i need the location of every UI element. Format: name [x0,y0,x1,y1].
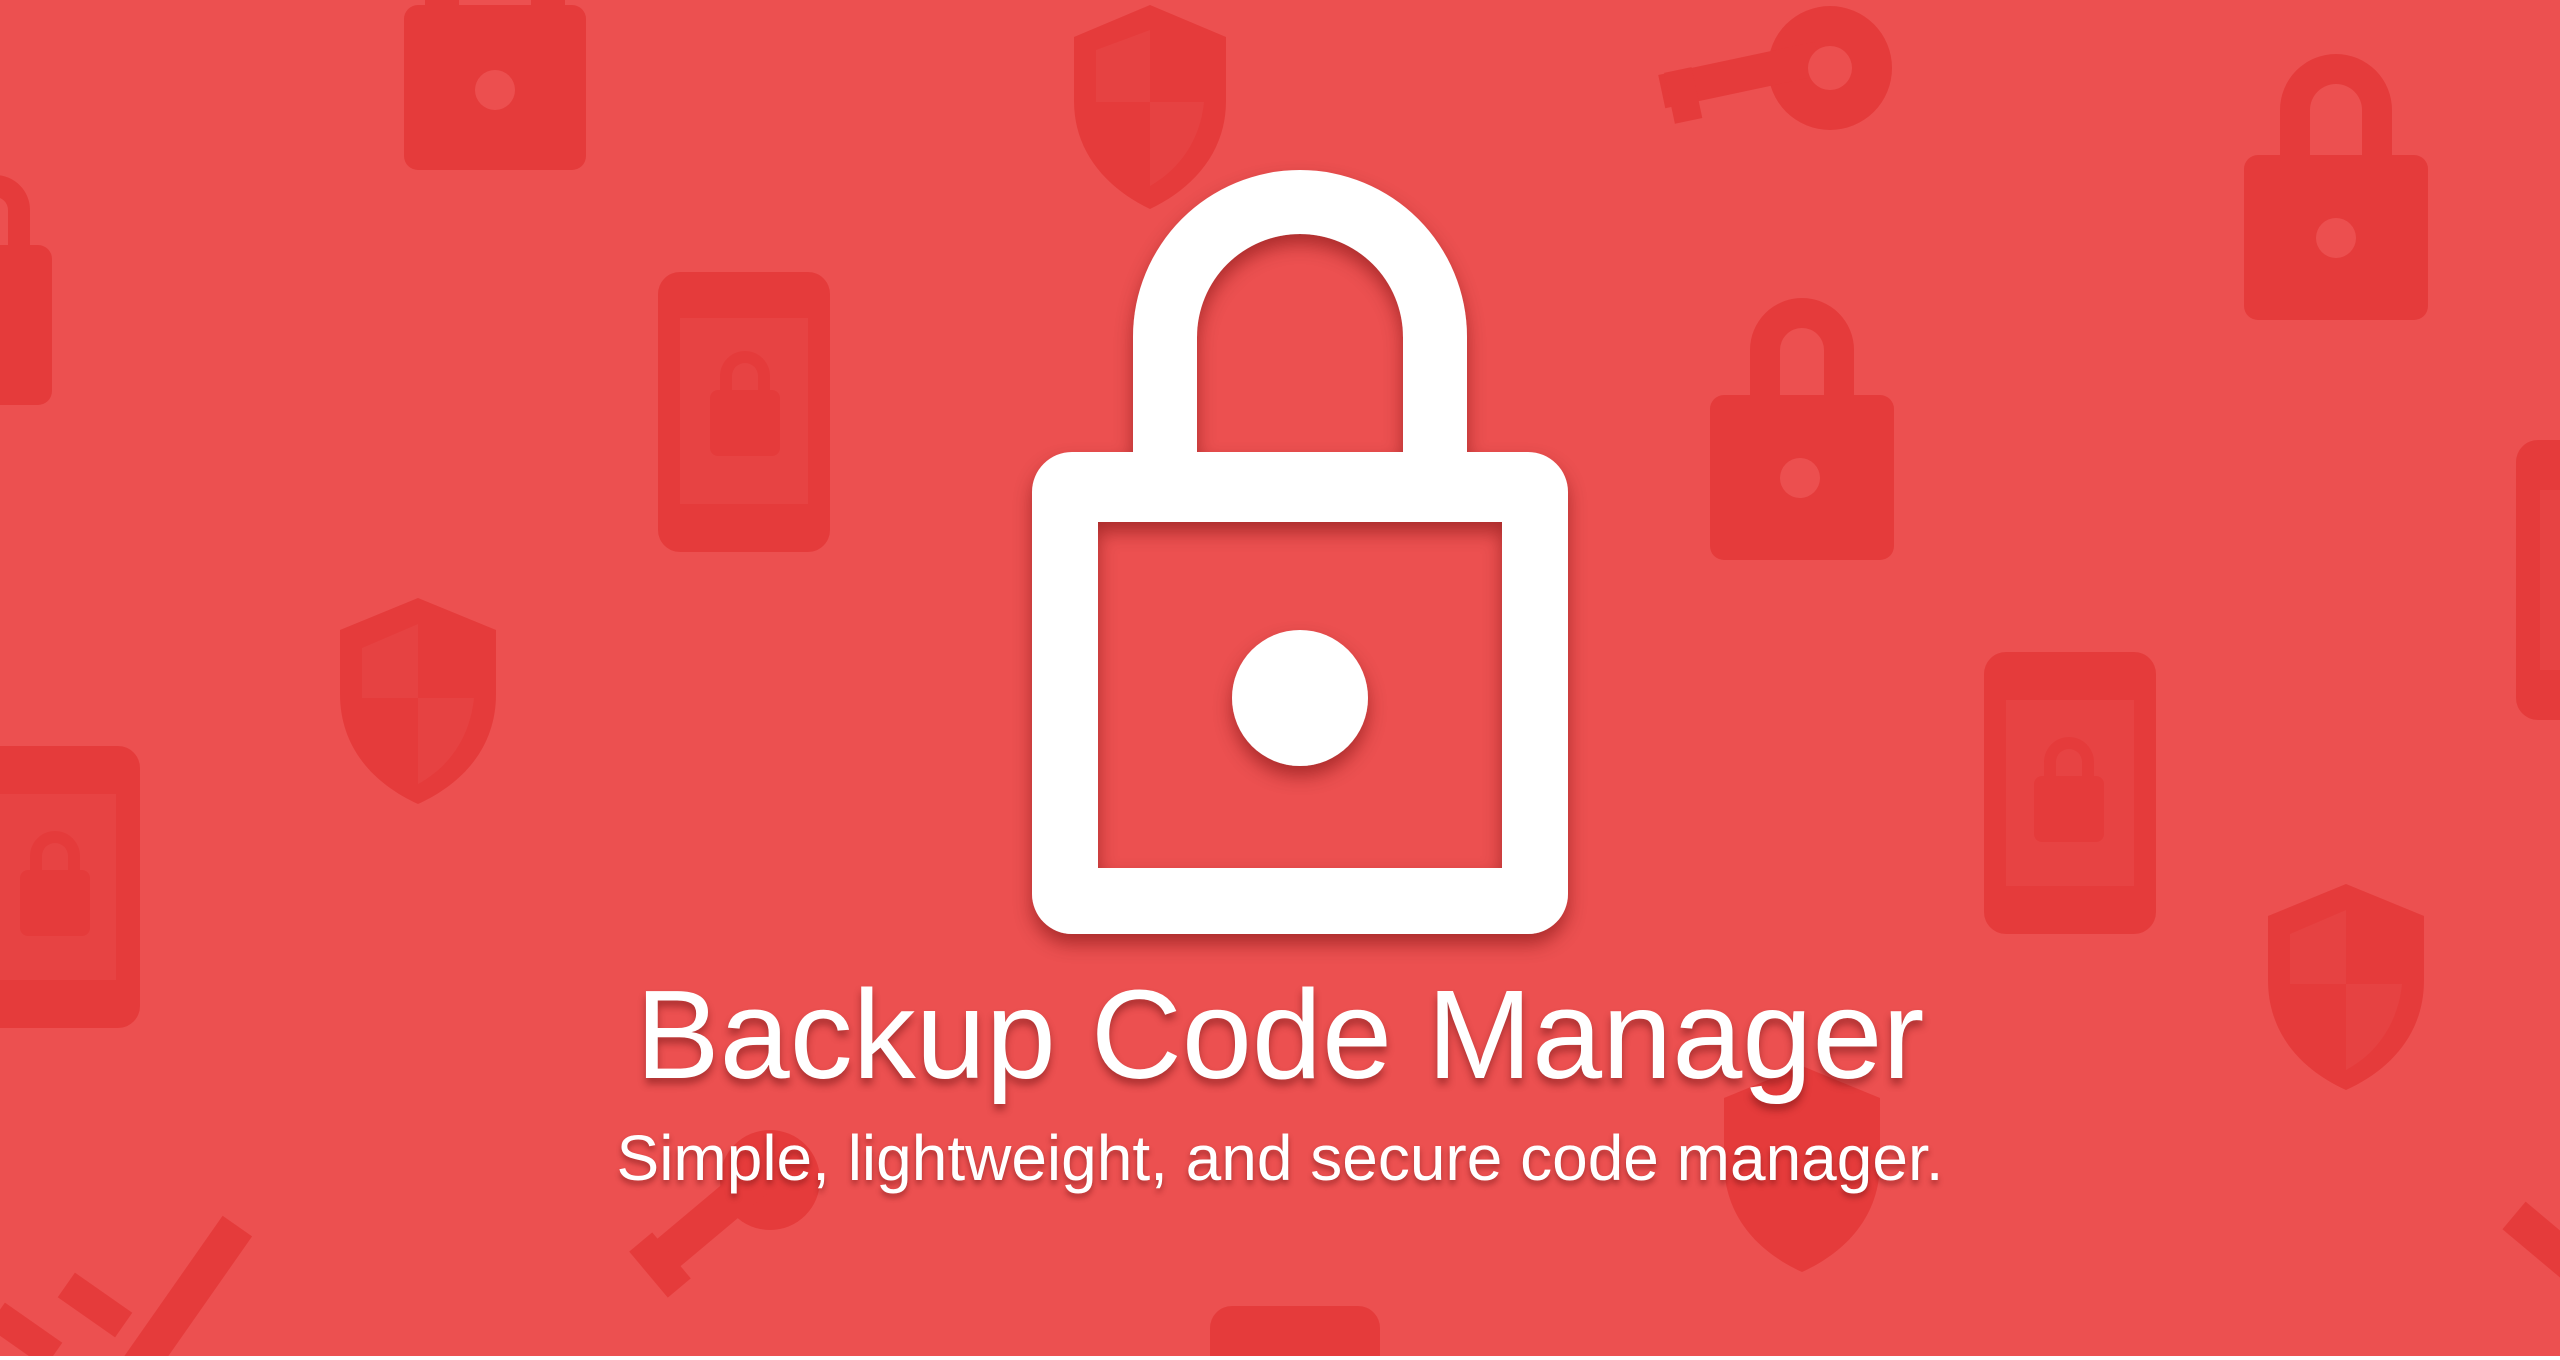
app-title: Backup Code Manager [635,964,1925,1105]
app-banner: Backup Code Manager Simple, lightweight,… [0,0,2560,1356]
app-tagline: Simple, lightweight, and secure code man… [616,1122,1944,1194]
